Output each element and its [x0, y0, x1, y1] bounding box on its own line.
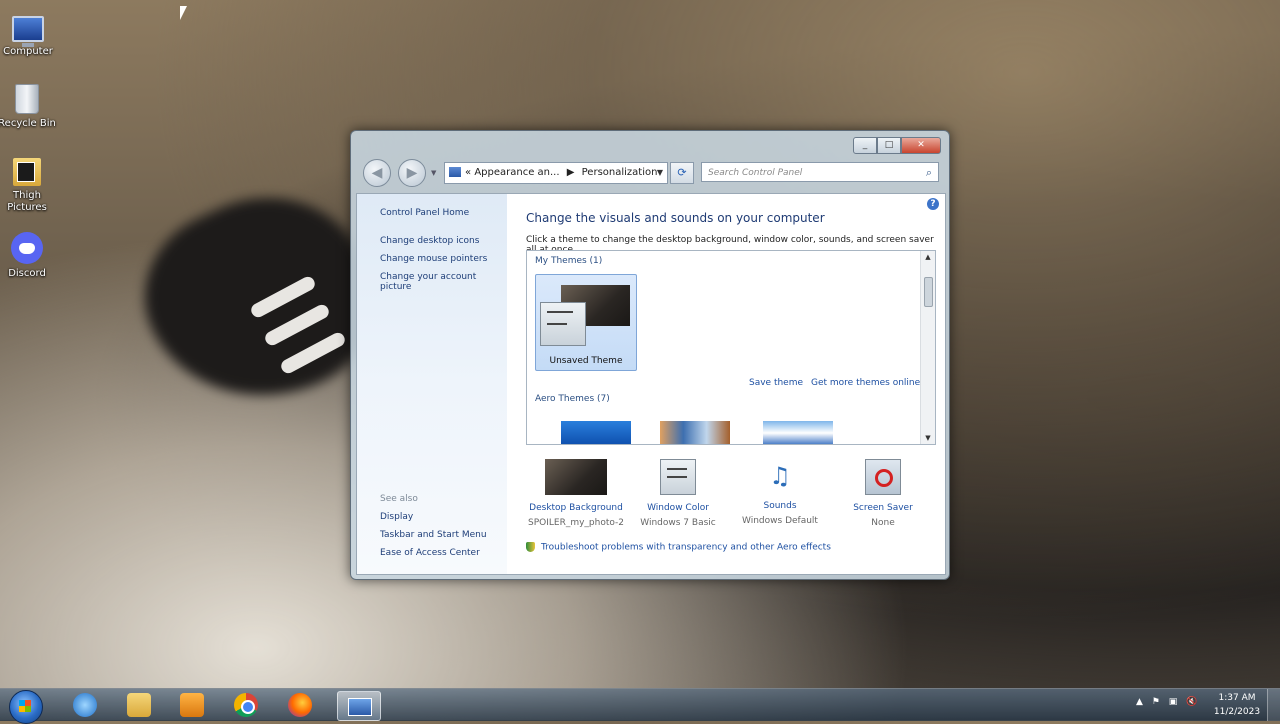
search-placeholder: Search Control Panel — [708, 168, 803, 178]
window-color-link[interactable]: Window Color — [628, 503, 728, 513]
tray-expand-icon[interactable]: ▲ — [1136, 697, 1143, 707]
theme-tile-unsaved[interactable]: Unsaved Theme — [535, 274, 637, 371]
desktop-icon-label: Computer — [3, 46, 53, 57]
computer-icon — [12, 16, 44, 47]
search-icon[interactable]: ⌕ — [926, 163, 932, 183]
troubleshoot-label: Troubleshoot problems with transparency … — [541, 542, 831, 553]
sounds-value: Windows Default — [742, 516, 818, 526]
breadcrumb-personalization[interactable]: Personalization — [582, 167, 658, 178]
recycle-bin-icon — [15, 84, 39, 114]
get-more-themes-link[interactable]: Get more themes online — [811, 378, 920, 388]
help-icon[interactable]: ? — [927, 198, 939, 210]
left-pane: Control Panel Home Change desktop icons … — [357, 194, 507, 574]
change-desktop-icons-link[interactable]: Change desktop icons — [380, 236, 479, 246]
taskbar: ▲ ⚑ ▣ 🔇 1:37 AM 11/2/2023 — [0, 688, 1280, 724]
firefox-icon[interactable] — [288, 693, 312, 717]
window-color-value: Windows 7 Basic — [640, 518, 716, 528]
preview-bar — [547, 323, 567, 325]
recent-pages-dropdown[interactable]: ▼ — [431, 169, 436, 177]
aero-themes-label: Aero Themes (7) — [535, 394, 610, 404]
discord-icon — [11, 232, 43, 264]
screen-saver-icon — [865, 459, 901, 495]
desktop-icon-discord[interactable]: Discord — [0, 232, 57, 279]
desktop-background-value: SPOILER_my_photo-2 — [527, 518, 625, 528]
page-title: Change the visuals and sounds on your co… — [526, 211, 825, 225]
screen-saver-item[interactable]: Screen Saver None — [833, 459, 933, 528]
minimize-button[interactable]: _ — [853, 137, 877, 154]
troubleshoot-link[interactable]: Troubleshoot problems with transparency … — [526, 542, 831, 553]
personalization-window: _ □ ✕ ◀ ▶ ▼ « Appearance an... ▶ Persona… — [350, 130, 950, 580]
back-button[interactable]: ◀ — [363, 159, 391, 187]
search-input[interactable]: Search Control Panel ⌕ — [701, 162, 939, 182]
aero-theme-architecture[interactable] — [660, 421, 730, 444]
desktop-icon-label: Discord — [8, 268, 46, 279]
screen-saver-value: None — [871, 518, 895, 528]
desktop-icon-thigh-pictures[interactable]: Thigh Pictures — [0, 158, 57, 214]
clock-date: 11/2/2023 — [1213, 707, 1261, 717]
close-button[interactable]: ✕ — [901, 137, 941, 154]
aero-theme-windows7[interactable] — [561, 421, 631, 444]
control-panel-icon — [449, 167, 461, 177]
window-color-icon — [660, 459, 696, 495]
sounds-icon: ♫ — [769, 462, 791, 490]
desktop-icon-label: Thigh Pictures — [7, 190, 47, 213]
maximize-button[interactable]: □ — [877, 137, 901, 154]
shield-icon — [526, 542, 535, 552]
volume-muted-icon[interactable]: 🔇 — [1186, 697, 1197, 707]
theme-window-preview — [540, 302, 586, 346]
theme-list-scrollbar[interactable]: ▲ ▼ — [920, 251, 935, 444]
folder-icon — [13, 158, 41, 186]
start-button[interactable] — [9, 690, 43, 724]
action-center-flag-icon[interactable]: ⚑ — [1152, 697, 1160, 707]
save-theme-link[interactable]: Save theme — [749, 378, 803, 388]
scroll-up-icon[interactable]: ▲ — [921, 253, 935, 261]
desktop-icon-recycle-bin[interactable]: Recycle Bin — [0, 84, 57, 129]
file-explorer-icon[interactable] — [127, 693, 151, 717]
taskbar-start-menu-link[interactable]: Taskbar and Start Menu — [380, 530, 487, 540]
desktop-background-link[interactable]: Desktop Background — [526, 503, 626, 513]
ease-of-access-link[interactable]: Ease of Access Center — [380, 548, 480, 558]
breadcrumb-appearance[interactable]: Appearance an... — [474, 167, 559, 178]
window-controls: _ □ ✕ — [853, 137, 941, 154]
window-color-item[interactable]: Window Color Windows 7 Basic — [628, 459, 728, 528]
theme-list: My Themes (1) Unsaved Theme Save theme G… — [526, 250, 936, 445]
chrome-icon[interactable] — [234, 693, 258, 717]
control-panel-taskbar-icon[interactable] — [337, 691, 381, 721]
theme-tile-label: Unsaved Theme — [549, 356, 623, 366]
my-themes-label: My Themes (1) — [535, 256, 603, 266]
refresh-button[interactable]: ⟳ — [670, 162, 694, 184]
sounds-item[interactable]: ♫ Sounds Windows Default — [730, 459, 830, 526]
control-panel-home-link[interactable]: Control Panel Home — [380, 208, 469, 218]
breadcrumb-separator-icon: ▶ — [566, 167, 575, 178]
desktop-icon-computer[interactable]: Computer — [0, 10, 58, 57]
system-tray: ▲ ⚑ ▣ 🔇 — [1136, 697, 1197, 707]
aero-theme-landscapes[interactable] — [763, 421, 833, 444]
desktop-background-icon — [545, 459, 607, 495]
clock[interactable]: 1:37 AM 11/2/2023 — [1208, 691, 1266, 719]
address-bar[interactable]: « Appearance an... ▶ Personalization ▼ — [444, 162, 668, 184]
clock-time: 1:37 AM — [1218, 693, 1256, 703]
desktop-icon-label: Recycle Bin — [0, 118, 56, 129]
see-also-heading: See also — [380, 494, 418, 504]
address-dropdown-icon[interactable]: ▼ — [657, 163, 663, 183]
breadcrumb-chevron-icon: « — [465, 167, 472, 178]
show-desktop-button[interactable] — [1267, 689, 1280, 721]
content-area: Control Panel Home Change desktop icons … — [356, 193, 946, 575]
preview-bar — [547, 311, 573, 313]
forward-button[interactable]: ▶ — [398, 159, 426, 187]
change-mouse-pointers-link[interactable]: Change mouse pointers — [380, 254, 487, 264]
change-account-picture-link[interactable]: Change your account picture — [380, 272, 507, 292]
desktop-background-item[interactable]: Desktop Background SPOILER_my_photo-2 — [526, 459, 626, 528]
scroll-down-icon[interactable]: ▼ — [921, 434, 935, 442]
network-icon[interactable]: ▣ — [1169, 697, 1178, 707]
scroll-thumb[interactable] — [924, 277, 933, 307]
internet-explorer-icon[interactable] — [73, 693, 97, 717]
media-player-icon[interactable] — [180, 693, 204, 717]
main-pane: ? Change the visuals and sounds on your … — [507, 194, 945, 574]
screen-saver-link[interactable]: Screen Saver — [833, 503, 933, 513]
display-link[interactable]: Display — [380, 512, 413, 522]
mouse-cursor-icon — [180, 6, 187, 20]
sounds-link[interactable]: Sounds — [730, 501, 830, 511]
